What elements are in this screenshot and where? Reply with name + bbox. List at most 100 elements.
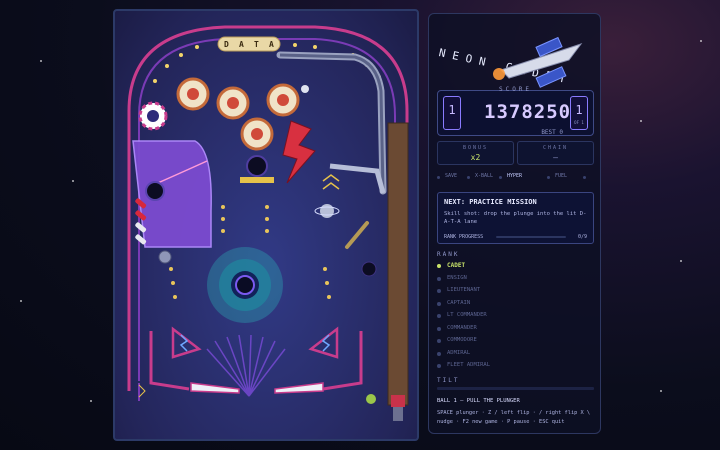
player-of: OF 1 bbox=[574, 120, 584, 125]
score-value: 1378250 bbox=[484, 101, 572, 123]
pop-bumper bbox=[216, 86, 250, 120]
star bbox=[20, 300, 22, 302]
player-total: 1 bbox=[575, 103, 583, 117]
mode-xball: X-BALL bbox=[475, 173, 494, 179]
left-slingshot bbox=[171, 326, 202, 359]
rank-item: CADET bbox=[437, 261, 594, 274]
left-sink bbox=[145, 181, 165, 201]
rank-label: COMMANDER bbox=[447, 324, 477, 331]
best-score: BEST 0 bbox=[541, 129, 563, 136]
mode-dot bbox=[547, 176, 550, 179]
wormhole bbox=[207, 247, 283, 323]
rank-item: FLEET ADMIRAL bbox=[437, 361, 594, 374]
rank-label: LIEUTENANT bbox=[447, 287, 481, 293]
playfield-art: D A T A bbox=[127, 25, 409, 421]
pop-bumper bbox=[266, 83, 300, 117]
chain-label: CHAIN bbox=[542, 145, 569, 151]
chain-value: — bbox=[553, 153, 558, 162]
rank-dot bbox=[437, 314, 441, 318]
rank-label: ENSIGN bbox=[447, 274, 467, 281]
mode-dot bbox=[437, 176, 440, 179]
rank-dot bbox=[437, 326, 441, 331]
rank-label: ADMIRAL bbox=[447, 349, 471, 356]
plunger-lane bbox=[387, 122, 409, 406]
star bbox=[640, 120, 642, 122]
rank-heading: RANK bbox=[437, 251, 460, 258]
ball-status: BALL 1 — PULL THE PLUNGER bbox=[437, 398, 520, 404]
game-logo: NEON CADET bbox=[429, 14, 602, 94]
mode-save: SAVE bbox=[445, 173, 458, 179]
bonus-value: x2 bbox=[470, 153, 481, 162]
data-letter: T bbox=[254, 40, 259, 49]
rank-dot bbox=[437, 264, 441, 268]
rank-progress-label: RANK PROGRESS bbox=[444, 234, 484, 240]
lightning-bolt bbox=[282, 120, 316, 184]
score-label: SCORE bbox=[498, 86, 533, 93]
tilt-meter bbox=[437, 387, 594, 390]
rank-item: LIEUTENANT bbox=[437, 286, 594, 299]
rank-label: FLEET ADMIRAL bbox=[447, 362, 491, 368]
star bbox=[660, 390, 662, 392]
player-count-box: 1 OF 1 bbox=[570, 96, 588, 130]
rank-dot bbox=[437, 364, 441, 368]
mission-title: NEXT: PRACTICE MISSION bbox=[444, 198, 537, 206]
data-lanes: D A T A bbox=[217, 36, 281, 52]
rank-item: ADMIRAL bbox=[437, 349, 594, 362]
data-letter: A bbox=[239, 40, 244, 49]
left-flipper[interactable] bbox=[190, 382, 240, 394]
sink-hole bbox=[246, 155, 268, 177]
right-flipper[interactable] bbox=[274, 382, 324, 394]
right-slingshot bbox=[308, 326, 339, 359]
bonus-box: BONUS x2 bbox=[437, 141, 514, 165]
star bbox=[680, 260, 682, 262]
rank-item: COMMANDER bbox=[437, 324, 594, 337]
rank-dot bbox=[437, 289, 441, 293]
spaceship-icon bbox=[493, 36, 583, 88]
current-player-box: 1 bbox=[443, 96, 461, 130]
rank-dot bbox=[437, 276, 441, 281]
rank-label: LT COMMANDER bbox=[447, 312, 487, 318]
mission-card: NEXT: PRACTICE MISSION Skill shot: drop … bbox=[437, 192, 594, 244]
data-letter: D bbox=[224, 40, 229, 49]
controls-help: SPACE plunger · Z / left flip · / right … bbox=[437, 410, 591, 425]
plunger-spring bbox=[393, 407, 403, 421]
pinball-playfield[interactable]: D A T A bbox=[113, 9, 419, 441]
score-display: SCORE 1 1378250 1 OF 1 BEST 0 bbox=[437, 86, 594, 136]
rank-dot bbox=[437, 351, 441, 356]
plunger[interactable] bbox=[391, 395, 405, 407]
side-panel: NEON CADET SCORE 1 1378250 1 OF 1 BEST 0… bbox=[428, 13, 601, 434]
bonus-label: BONUS bbox=[462, 145, 489, 151]
data-letter: A bbox=[269, 40, 274, 49]
star bbox=[700, 40, 702, 42]
pinball-ball bbox=[301, 85, 309, 93]
mode-hyper: HYPER bbox=[507, 173, 523, 179]
warning-strip bbox=[240, 177, 274, 183]
mode-dot bbox=[467, 176, 470, 179]
right-guide bbox=[345, 221, 369, 249]
right-sink bbox=[361, 261, 377, 277]
save-light bbox=[366, 394, 376, 404]
rank-progress-bar bbox=[496, 236, 566, 238]
star bbox=[40, 60, 42, 62]
mode-dot bbox=[499, 176, 502, 179]
rank-dot bbox=[437, 339, 441, 343]
rank-progress-value: 0/9 bbox=[577, 234, 587, 240]
rank-dot bbox=[437, 301, 441, 306]
mode-dot bbox=[583, 176, 586, 179]
pop-bumper bbox=[240, 117, 274, 151]
spinner bbox=[158, 250, 172, 264]
chain-box: CHAIN — bbox=[517, 141, 594, 165]
rank-item: LT COMMANDER bbox=[437, 311, 594, 324]
pop-bumper bbox=[176, 77, 210, 111]
mode-indicators: SAVE X-BALL HYPER FUEL bbox=[437, 173, 594, 185]
chevrons bbox=[322, 174, 340, 190]
star bbox=[72, 180, 74, 182]
rank-item: ENSIGN bbox=[437, 274, 594, 287]
rank-label: CADET bbox=[447, 262, 466, 269]
rank-label: CAPTAIN bbox=[447, 299, 471, 306]
rank-item: COMMODORE bbox=[437, 336, 594, 349]
mode-fuel: FUEL bbox=[555, 173, 568, 179]
rank-item: CAPTAIN bbox=[437, 299, 594, 312]
tilt-label: TILT bbox=[437, 377, 460, 384]
star bbox=[90, 400, 92, 402]
